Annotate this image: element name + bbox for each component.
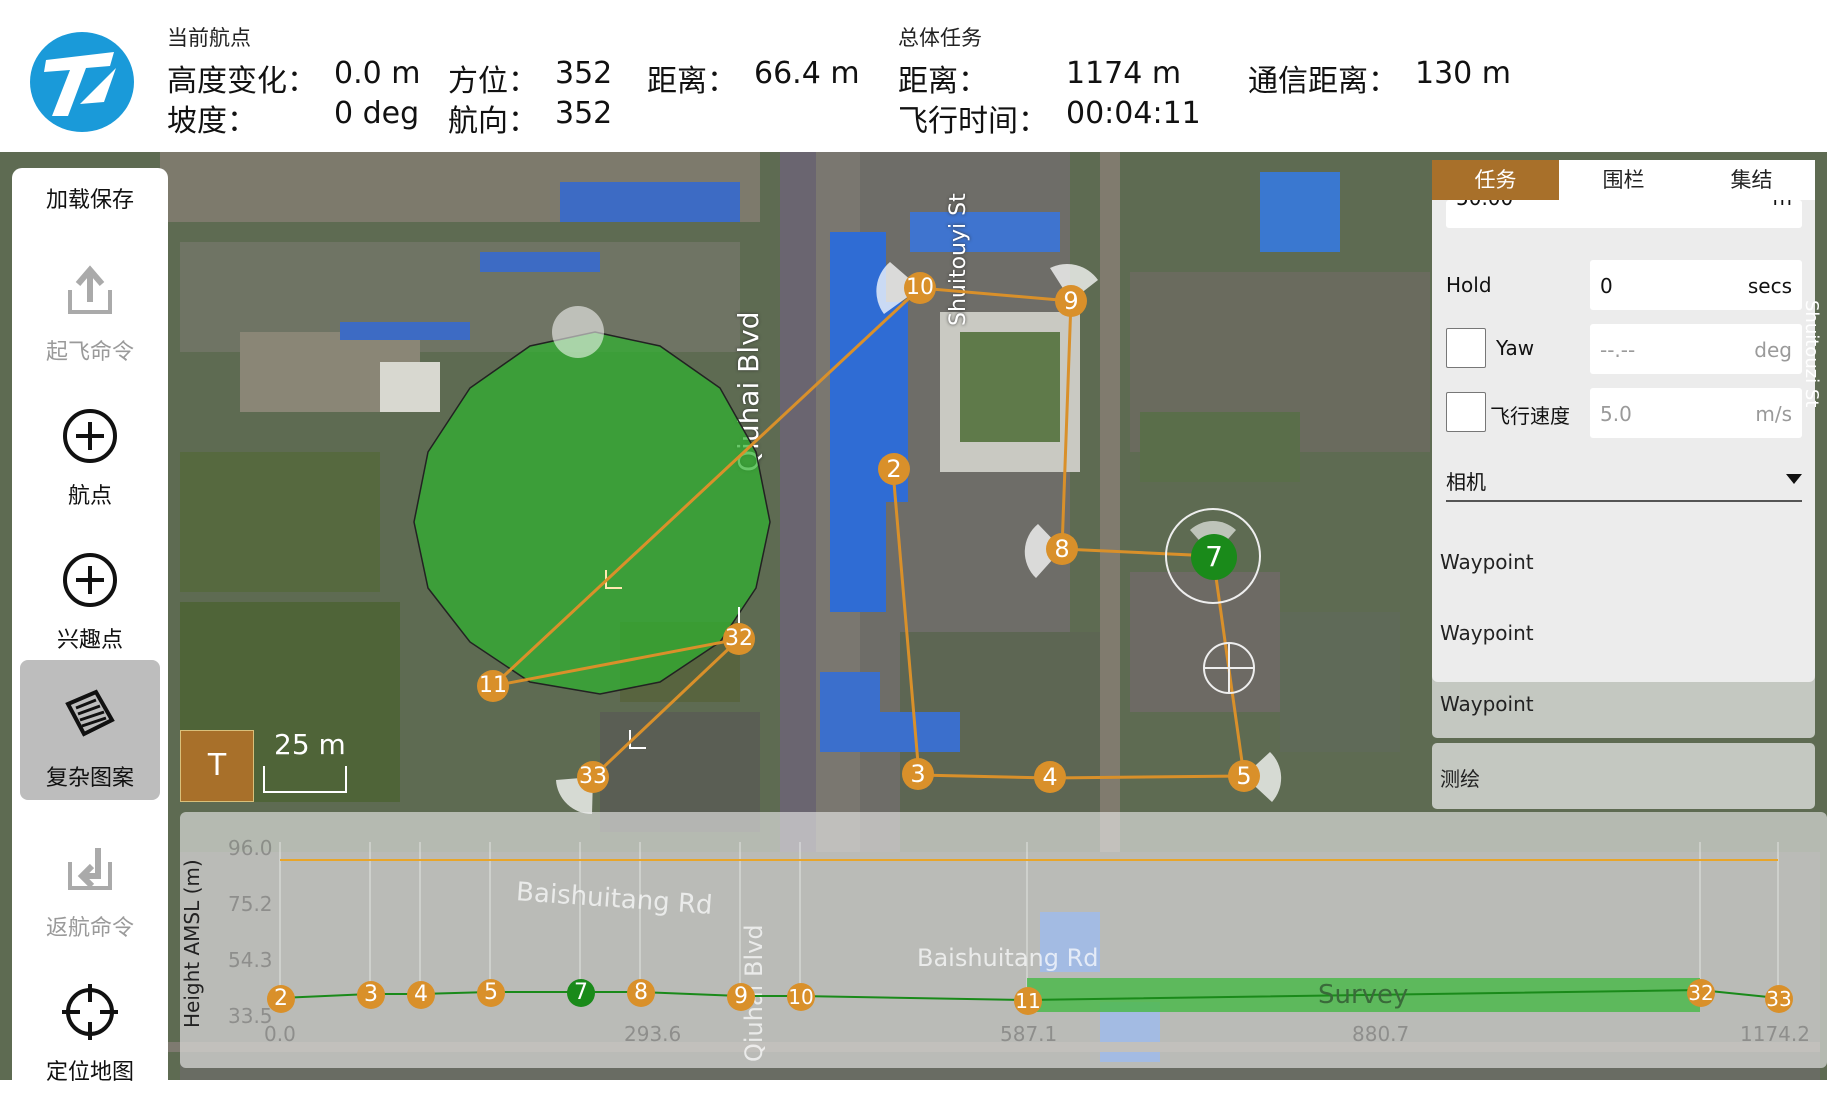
heading-label: 航向：: [448, 104, 538, 139]
heading-value: 352: [555, 96, 613, 131]
mission-item[interactable]: Waypoint: [1432, 601, 1815, 667]
center-map-label: 定位地图: [45, 1060, 134, 1085]
camera-label: 相机: [1446, 470, 1486, 494]
street-label-shuitouzi: Shuitouzi St: [1801, 300, 1822, 408]
speed-label: 飞行速度: [1490, 404, 1570, 428]
waypoint-marker[interactable]: 32: [722, 622, 756, 660]
gradient-value: 0 deg: [334, 96, 420, 131]
yaw-input[interactable]: --.-- deg: [1590, 324, 1802, 374]
roi-radius-area[interactable]: [413, 331, 771, 695]
return-label: 返航命令: [45, 916, 134, 941]
flight-time-label: 飞行时间：: [898, 104, 1048, 139]
complex-pattern-label: 复杂图案: [45, 766, 134, 791]
azimuth-value: 352: [555, 56, 613, 91]
distance-label: 距离：: [647, 64, 737, 99]
panel-tabs: 任务 围栏 集结: [1432, 160, 1815, 200]
tab-rally[interactable]: 集结: [1688, 160, 1815, 200]
complex-pattern-button[interactable]: 复杂图案: [20, 660, 160, 800]
profile-marker-current[interactable]: 7: [566, 978, 596, 1012]
return-home-icon: [68, 848, 112, 890]
crosshair-icon: [62, 984, 118, 1040]
alt-change-value: 0.0 m: [334, 56, 421, 91]
waypoint-label: 航点: [67, 484, 112, 509]
profile-marker[interactable]: 33: [1764, 984, 1794, 1018]
speed-checkbox[interactable]: [1446, 392, 1486, 432]
load-save-button[interactable]: 加载保存: [20, 168, 160, 224]
roi-handle[interactable]: [552, 306, 604, 358]
distance-value: 66.4 m: [754, 56, 860, 91]
total-distance-value: 1174 m: [1066, 56, 1182, 91]
profile-marker[interactable]: 11: [1013, 986, 1043, 1020]
gradient-label: 坡度：: [167, 104, 257, 139]
takeoff-label: 起飞命令: [45, 340, 134, 365]
waypoint-button[interactable]: 航点: [20, 388, 160, 524]
mission-item[interactable]: Waypoint: [1432, 672, 1815, 738]
waypoint-marker[interactable]: 2: [877, 452, 911, 490]
scale-text: 25 m: [274, 728, 346, 761]
mission-item[interactable]: 测绘: [1432, 743, 1815, 809]
app-logo-icon: [30, 32, 134, 132]
return-button[interactable]: 返航命令: [20, 820, 160, 956]
profile-marker[interactable]: 32: [1686, 978, 1716, 1012]
profile-marker[interactable]: 9: [726, 982, 756, 1016]
load-save-label: 加载保存: [45, 188, 134, 213]
roi-label: 兴趣点: [56, 628, 123, 653]
mission-item[interactable]: Waypoint: [1432, 530, 1815, 596]
azimuth-label: 方位：: [448, 64, 538, 99]
add-circle-icon: [63, 553, 117, 607]
takeoff-icon: [68, 265, 112, 314]
profile-marker[interactable]: 4: [406, 980, 436, 1014]
comm-distance-label: 通信距离：: [1248, 64, 1398, 99]
terrain-toggle-button[interactable]: T: [180, 730, 254, 802]
telemetry-header: 当前航点 高度变化： 0.0 m 方位： 352 距离： 66.4 m 坡度： …: [0, 0, 1827, 154]
tab-fence[interactable]: 围栏: [1560, 160, 1687, 200]
hold-input[interactable]: 0 secs: [1590, 260, 1802, 310]
camera-section-toggle[interactable]: 相机: [1446, 456, 1802, 502]
profile-marker[interactable]: 10: [786, 982, 816, 1016]
takeoff-button[interactable]: 起飞命令: [20, 244, 160, 380]
caret-down-icon: [1786, 474, 1802, 484]
profile-plot: [279, 842, 1779, 1012]
hold-label: Hold: [1446, 273, 1492, 297]
plan-toolbar: 加载保存 起飞命令 航点 兴趣点 复杂图案 返航命令 定位地图: [12, 168, 168, 1085]
waypoint-marker[interactable]: 3: [901, 757, 935, 795]
roi-button[interactable]: 兴趣点: [20, 532, 160, 668]
profile-marker[interactable]: 3: [356, 980, 386, 1014]
layers-pattern-icon: [65, 689, 115, 737]
waypoint-marker-current[interactable]: 7: [1190, 533, 1238, 585]
waypoint-marker[interactable]: 8: [1045, 532, 1079, 570]
total-mission-title: 总体任务: [898, 26, 982, 50]
waypoint-marker[interactable]: 10: [903, 271, 937, 309]
waypoint-marker[interactable]: 4: [1033, 760, 1067, 798]
waypoint-marker[interactable]: 11: [476, 669, 510, 707]
tab-mission[interactable]: 任务: [1432, 160, 1559, 200]
flight-time-value: 00:04:11: [1066, 96, 1201, 131]
alt-change-label: 高度变化：: [167, 64, 317, 99]
add-circle-icon: [63, 409, 117, 463]
comm-distance-value: 130 m: [1415, 56, 1512, 91]
profile-marker[interactable]: 8: [626, 978, 656, 1012]
altitude-field[interactable]: 50.00 m: [1446, 200, 1802, 228]
waypoint-marker[interactable]: 9: [1054, 284, 1088, 322]
waypoint-marker[interactable]: 5: [1227, 759, 1261, 797]
total-distance-label: 距离：: [898, 64, 988, 99]
profile-marker[interactable]: 5: [476, 978, 506, 1012]
speed-input[interactable]: 5.0 m/s: [1590, 388, 1802, 438]
map-scale: 25 m: [262, 728, 354, 802]
current-waypoint-title: 当前航点: [167, 26, 251, 50]
yaw-checkbox[interactable]: [1446, 328, 1486, 368]
profile-marker[interactable]: 2: [266, 984, 296, 1018]
altitude-profile[interactable]: Height AMSL (m) 96.0 75.2 54.3 33.5 0.0 …: [180, 812, 1827, 1068]
survey-label: Survey: [1318, 980, 1409, 1010]
waypoint-marker[interactable]: 33: [576, 760, 610, 798]
yaw-label: Yaw: [1496, 336, 1535, 360]
